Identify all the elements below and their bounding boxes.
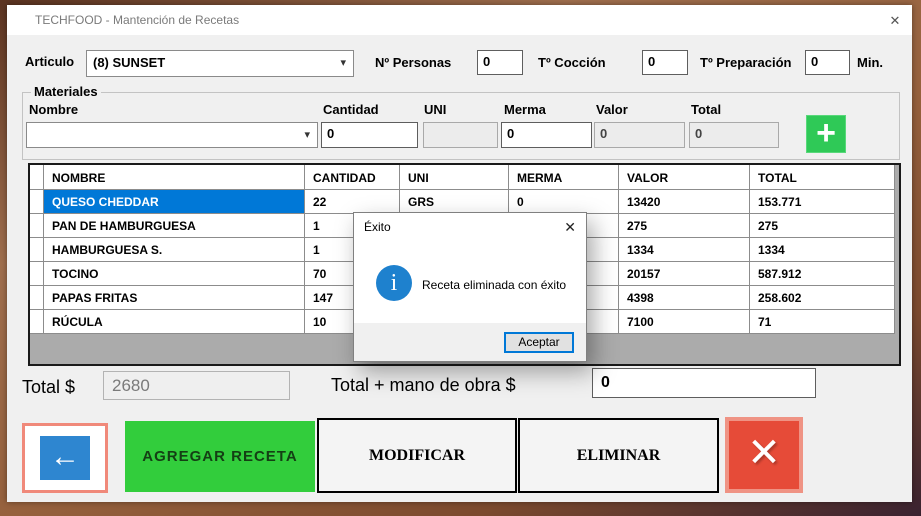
cell-valor[interactable]: 275 <box>619 214 750 238</box>
cantidad-label: Cantidad <box>323 102 379 117</box>
articulo-combobox[interactable]: (8) SUNSET ▾ <box>86 50 354 77</box>
nombre-combobox[interactable]: ▾ <box>26 122 318 148</box>
total-mano-obra-label: Total + mano de obra $ <box>331 375 516 396</box>
back-button[interactable]: ← <box>22 423 108 493</box>
x-icon: ✕ <box>747 431 781 475</box>
uni-label: UNI <box>424 102 446 117</box>
preparacion-input[interactable]: 0 <box>805 50 850 75</box>
coccion-input[interactable]: 0 <box>642 50 688 75</box>
table-header-row: NOMBRE CANTIDAD UNI MERMA VALOR TOTAL <box>30 165 899 190</box>
total-label: Total <box>691 102 721 117</box>
row-header <box>30 286 44 310</box>
row-header-corner <box>30 165 44 190</box>
valor-label: Valor <box>596 102 628 117</box>
min-label: Min. <box>857 55 883 70</box>
uni-field <box>423 122 498 148</box>
row-header <box>30 238 44 262</box>
cell-total[interactable]: 153.771 <box>750 190 895 214</box>
col-header-merma: MERMA <box>509 165 619 190</box>
total-mano-obra-input[interactable]: 0 <box>592 368 816 398</box>
articulo-value: (8) SUNSET <box>93 55 165 70</box>
back-arrow-icon: ← <box>40 436 90 480</box>
cell-valor[interactable]: 7100 <box>619 310 750 334</box>
exit-button[interactable]: ✕ <box>725 417 803 493</box>
total-pesos-field: 2680 <box>103 371 290 400</box>
app-window: TECHFOOD - Mantención de Recetas ✕ Artic… <box>7 5 912 502</box>
cell-total[interactable]: 258.602 <box>750 286 895 310</box>
col-header-total: TOTAL <box>750 165 895 190</box>
cell-total[interactable]: 71 <box>750 310 895 334</box>
col-header-nombre: NOMBRE <box>44 165 305 190</box>
cell-nombre[interactable]: PAN DE HAMBURGUESA <box>44 214 305 238</box>
cell-nombre[interactable]: PAPAS FRITAS <box>44 286 305 310</box>
col-header-valor: VALOR <box>619 165 750 190</box>
materiales-groupbox: Materiales Nombre ▾ Cantidad 0 UNI Merma… <box>22 92 900 160</box>
merma-input[interactable]: 0 <box>501 122 592 148</box>
cell-valor[interactable]: 13420 <box>619 190 750 214</box>
valor-field: 0 <box>594 122 685 148</box>
dialog-title: Éxito <box>364 220 391 234</box>
title-bar: TECHFOOD - Mantención de Recetas ✕ <box>7 5 912 35</box>
cell-uni[interactable]: GRS <box>400 190 509 214</box>
materiales-group-label: Materiales <box>31 84 101 99</box>
merma-label: Merma <box>504 102 546 117</box>
table-row[interactable]: QUESO CHEDDAR 22 GRS 0 13420 153.771 <box>30 190 899 214</box>
agregar-receta-button[interactable]: AGREGAR RECETA <box>125 421 315 492</box>
cell-valor[interactable]: 20157 <box>619 262 750 286</box>
total-field: 0 <box>689 122 779 148</box>
coccion-label: Tº Cocción <box>538 55 606 70</box>
personas-label: Nº Personas <box>375 55 451 70</box>
personas-input[interactable]: 0 <box>477 50 523 75</box>
preparacion-label: Tº Preparación <box>700 55 791 70</box>
cell-nombre[interactable]: RÚCULA <box>44 310 305 334</box>
cell-cantidad[interactable]: 22 <box>305 190 400 214</box>
cell-nombre[interactable]: HAMBURGUESA S. <box>44 238 305 262</box>
add-material-button[interactable]: + <box>806 115 846 153</box>
cell-total[interactable]: 587.912 <box>750 262 895 286</box>
window-close-icon[interactable]: ✕ <box>886 12 904 30</box>
cell-total[interactable]: 275 <box>750 214 895 238</box>
cell-nombre[interactable]: TOCINO <box>44 262 305 286</box>
articulo-label: Articulo <box>25 54 74 69</box>
row-header <box>30 190 44 214</box>
cell-merma[interactable]: 0 <box>509 190 619 214</box>
info-icon: i <box>376 265 412 301</box>
chevron-down-icon: ▾ <box>304 128 310 141</box>
row-header <box>30 262 44 286</box>
col-header-uni: UNI <box>400 165 509 190</box>
cell-valor[interactable]: 1334 <box>619 238 750 262</box>
dialog-footer: Aceptar <box>354 323 586 361</box>
nombre-label: Nombre <box>29 102 78 117</box>
aceptar-button[interactable]: Aceptar <box>504 332 574 353</box>
window-title: TECHFOOD - Mantención de Recetas <box>35 13 239 27</box>
cantidad-input[interactable]: 0 <box>321 122 418 148</box>
plus-icon: + <box>816 114 836 152</box>
row-header <box>30 214 44 238</box>
cell-valor[interactable]: 4398 <box>619 286 750 310</box>
modificar-button[interactable]: MODIFICAR <box>317 418 517 493</box>
cell-nombre[interactable]: QUESO CHEDDAR <box>44 190 305 214</box>
row-header <box>30 310 44 334</box>
chevron-down-icon: ▾ <box>340 56 346 69</box>
cell-total[interactable]: 1334 <box>750 238 895 262</box>
total-pesos-label: Total $ <box>22 377 75 398</box>
exito-dialog: Éxito ✕ i Receta eliminada con éxito Ace… <box>353 212 587 362</box>
dialog-message: Receta eliminada con éxito <box>422 278 566 292</box>
eliminar-button[interactable]: ELIMINAR <box>518 418 719 493</box>
col-header-cantidad: CANTIDAD <box>305 165 400 190</box>
dialog-close-icon[interactable]: ✕ <box>564 219 576 236</box>
